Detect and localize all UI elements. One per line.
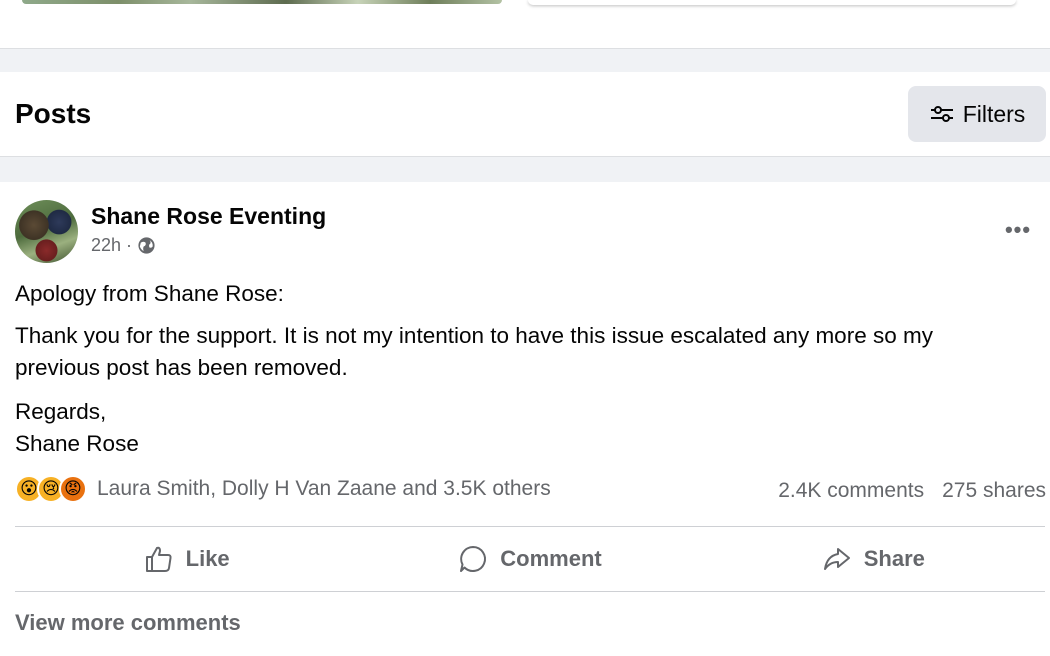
share-icon [823, 548, 850, 570]
post-text-line: Apology from Shane Rose: [15, 281, 284, 306]
post-meta: 22h · [91, 235, 156, 256]
post-options-button[interactable]: ••• [998, 217, 1038, 242]
filters-label: Filters [962, 100, 1026, 127]
filters-icon [930, 106, 953, 122]
section-gap [0, 48, 1050, 72]
post-text-paragraph: Thank you for the support. It is not my … [15, 323, 933, 380]
angry-reaction-icon: 😡 [59, 475, 87, 503]
photo-card-bottom-edge[interactable] [22, 0, 502, 4]
reaction-names[interactable]: Laura Smith, Dolly H Van Zaane and 3.5K … [97, 477, 551, 501]
meta-separator: · [126, 235, 133, 255]
thumbs-up-icon [145, 546, 172, 572]
post-actions: Like Comment Share [15, 527, 1045, 591]
shares-count[interactable]: 275 shares [942, 479, 1046, 503]
post-time[interactable]: 22h [91, 235, 121, 256]
section-gap [0, 156, 1050, 182]
share-button[interactable]: Share [702, 527, 1045, 591]
comment-label: Comment [500, 546, 602, 571]
info-card-bottom-edge [528, 0, 1016, 5]
reactions-summary[interactable]: 😮 😢 😡 Laura Smith, Dolly H Van Zaane and… [15, 475, 551, 503]
post-text-signoff: Regards, Shane Rose [15, 396, 139, 460]
like-button[interactable]: Like [15, 527, 358, 591]
engagement-counts: 2.4K comments 275 shares [778, 479, 1046, 503]
post-author[interactable]: Shane Rose Eventing [91, 203, 326, 230]
divider [15, 591, 1045, 592]
comment-button[interactable]: Comment [358, 527, 701, 591]
posts-title: Posts [15, 98, 92, 129]
like-label: Like [185, 546, 230, 571]
posts-header: Posts Filters [0, 72, 1050, 156]
author-avatar[interactable] [15, 200, 78, 263]
view-more-comments-link[interactable]: View more comments [15, 610, 241, 636]
filters-button[interactable]: Filters [908, 86, 1046, 142]
comment-icon [460, 546, 487, 572]
comments-count[interactable]: 2.4K comments [778, 479, 924, 503]
post-text-regards: Regards, [15, 399, 107, 424]
share-label: Share [863, 546, 925, 571]
previous-section [0, 0, 1050, 48]
post-card: Shane Rose Eventing 22h · ••• Apology fr… [0, 182, 1050, 656]
globe-icon [138, 237, 155, 254]
post-text-signature: Shane Rose [15, 431, 139, 456]
